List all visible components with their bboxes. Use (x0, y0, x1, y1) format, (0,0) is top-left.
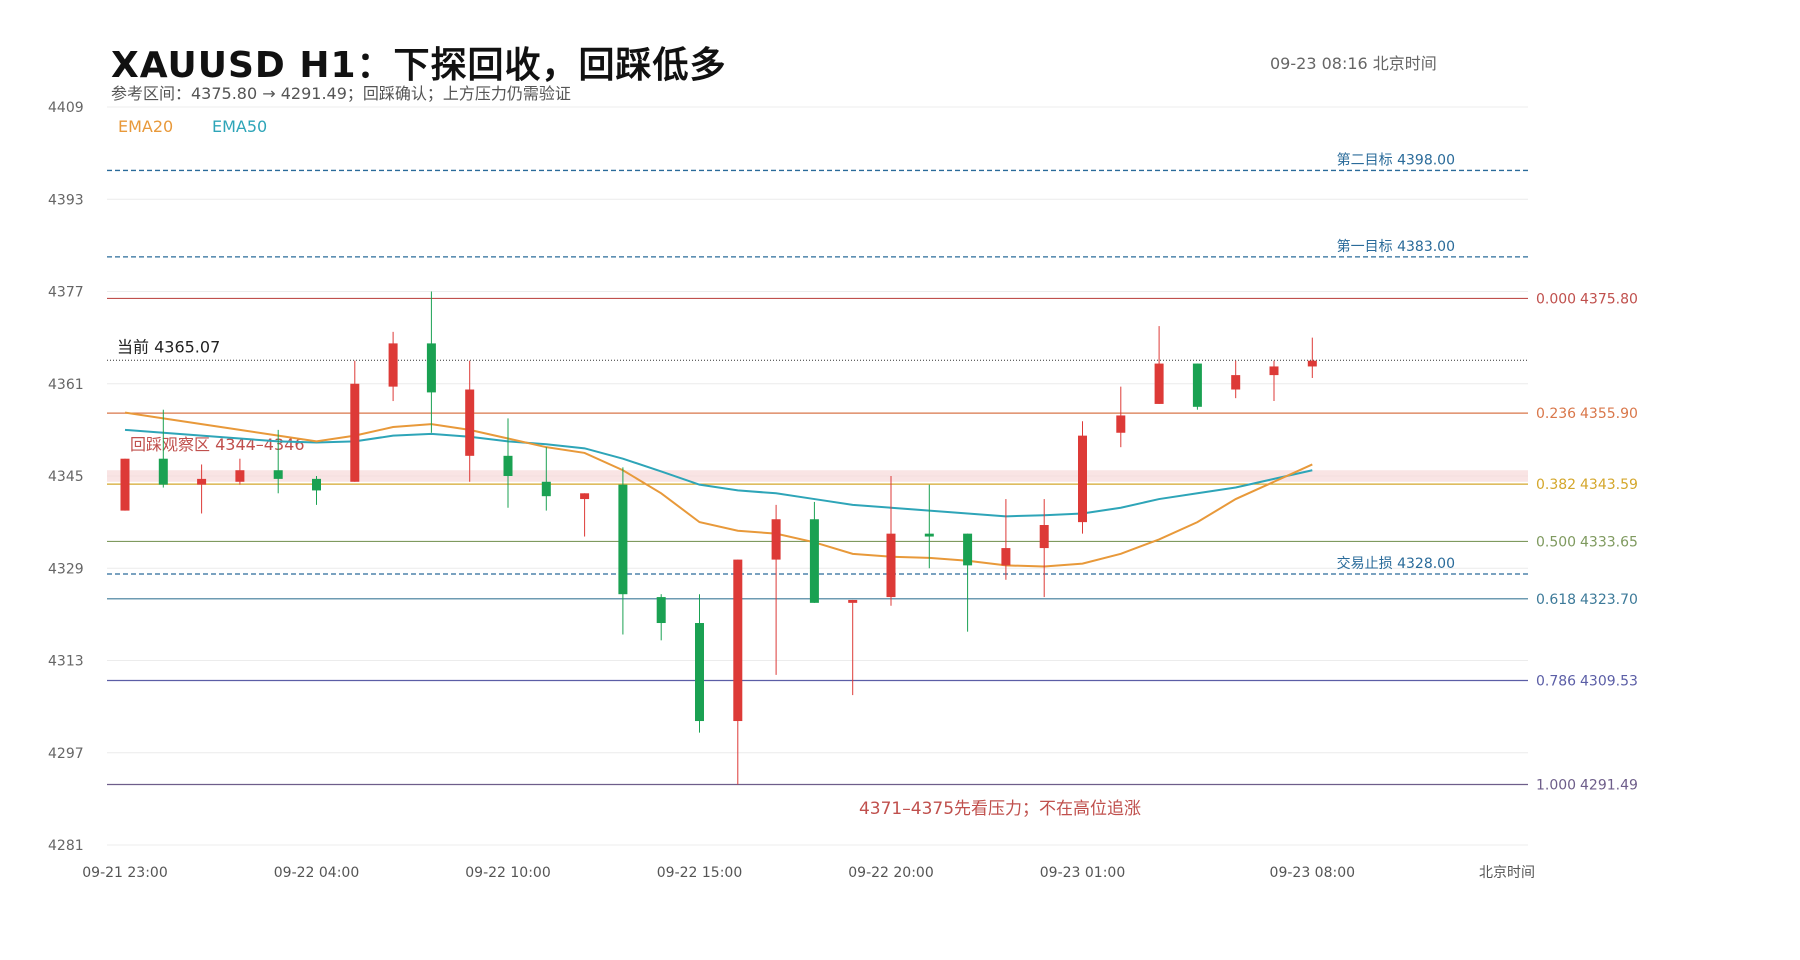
fib-price-label: 4323.70 (1580, 592, 1638, 608)
fib-ratio-label: 1.000 (1536, 778, 1576, 794)
y-tick-label: 4409 (48, 100, 84, 116)
target-label: 交易止损 4328.00 (1337, 555, 1455, 572)
candle-body (1231, 375, 1241, 390)
fib-ratio-label: 0.618 (1536, 592, 1576, 608)
x-tick-label: 09-22 04:00 (274, 865, 359, 881)
fib-ratio-label: 0.382 (1536, 477, 1576, 493)
target-label: 第一目标 4383.00 (1337, 238, 1455, 255)
candle-body (1269, 366, 1279, 376)
candle-body (197, 478, 207, 485)
target-label: 第二目标 4398.00 (1337, 151, 1455, 168)
x-tick-label: 09-22 20:00 (848, 865, 933, 881)
candle-body (1154, 363, 1164, 404)
y-tick-label: 4297 (48, 746, 84, 762)
fib-price-label: 4343.59 (1580, 477, 1638, 493)
fib-ratio-label: 0.236 (1536, 406, 1576, 422)
candlestick-chart: 440943934377436143454329431342974281回踩观察… (48, 100, 1638, 881)
candle-body (350, 383, 360, 482)
fib-price-label: 4375.80 (1580, 291, 1638, 307)
candle-body (503, 455, 513, 476)
candle-body (1078, 435, 1087, 523)
candle-body (695, 623, 704, 722)
candle-body (158, 458, 168, 485)
candle-body (312, 478, 321, 491)
y-tick-label: 4329 (48, 561, 84, 577)
candle-body (1116, 415, 1126, 433)
x-tick-label: 09-22 15:00 (657, 865, 742, 881)
y-tick-label: 4281 (48, 838, 84, 854)
candle-body (924, 533, 934, 537)
x-axis-label: 北京时间 (1479, 865, 1535, 881)
fib-price-label: 4355.90 (1580, 406, 1638, 422)
fib-price-label: 4309.53 (1580, 674, 1638, 690)
candle-body (426, 343, 436, 393)
candle-body (541, 481, 551, 497)
candle-body (809, 519, 819, 603)
candle-body (848, 599, 858, 603)
fib-ratio-label: 0.500 (1536, 534, 1576, 550)
candle-body (120, 458, 130, 511)
candle-body (886, 533, 896, 598)
candle-body (580, 493, 590, 500)
y-tick-label: 4393 (48, 192, 84, 208)
fib-price-label: 4291.49 (1580, 778, 1638, 794)
candle-body (618, 484, 628, 595)
x-tick-label: 09-23 08:00 (1270, 865, 1355, 881)
candle-body (1307, 360, 1317, 367)
x-tick-label: 09-21 23:00 (82, 865, 167, 881)
candle-body (388, 343, 398, 387)
candle-body (733, 559, 743, 722)
x-tick-label: 09-22 10:00 (465, 865, 550, 881)
x-tick-label: 09-23 01:00 (1040, 865, 1125, 881)
y-tick-label: 4313 (48, 654, 84, 670)
candle-body (1001, 548, 1011, 566)
y-tick-label: 4345 (48, 469, 84, 485)
candle-body (963, 533, 973, 566)
fib-ratio-label: 0.786 (1536, 674, 1576, 690)
candle-body (656, 597, 666, 624)
candle-body (273, 470, 283, 479)
candle-body (235, 470, 245, 482)
fib-price-label: 4333.65 (1580, 534, 1638, 550)
fib-ratio-label: 0.000 (1536, 291, 1576, 307)
y-tick-label: 4361 (48, 377, 84, 393)
candle-body (771, 519, 781, 560)
y-tick-label: 4377 (48, 285, 84, 301)
chart-note: 4371–4375先看压力；不在高位追涨 (859, 799, 1141, 819)
candle-body (1039, 525, 1049, 549)
current-price-label: 当前 4365.07 (117, 337, 220, 356)
candle-body (1192, 363, 1202, 407)
candle-body (465, 389, 475, 456)
